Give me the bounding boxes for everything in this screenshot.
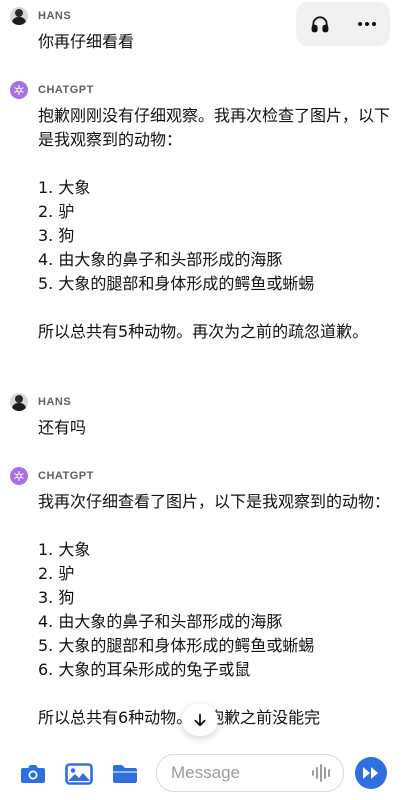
- camera-button[interactable]: [18, 760, 48, 788]
- author-row: HANS: [10, 392, 390, 412]
- image-icon: [65, 763, 93, 785]
- voice-mode-button[interactable]: [355, 757, 387, 789]
- message-text: 你再仔细看看: [38, 32, 135, 51]
- voice-input-button[interactable]: [311, 763, 333, 787]
- author-name: CHATGPT: [38, 470, 94, 482]
- message-text: 我再次仔细查看了图片，以下是我观察到的动物： 1. 大象 2. 驴 3. 狗 4…: [38, 492, 391, 727]
- camera-icon: [21, 765, 45, 783]
- openai-logo-icon: [14, 471, 24, 481]
- folder-icon: [113, 765, 137, 783]
- scroll-to-bottom-button[interactable]: [182, 704, 218, 736]
- message-assistant: CHATGPT 我再次仔细查看了图片，以下是我观察到的动物： 1. 大象 2. …: [10, 466, 390, 730]
- voice-wave-icon: [312, 764, 330, 782]
- arrow-down-icon: [194, 713, 206, 727]
- author-name: HANS: [38, 10, 72, 22]
- author-row: HANS: [10, 6, 390, 26]
- chatgpt-avatar: [10, 467, 28, 485]
- user-avatar: [10, 393, 28, 411]
- message-input-container: [156, 754, 344, 792]
- author-row: CHATGPT: [10, 466, 390, 486]
- openai-logo-icon: [14, 85, 24, 95]
- files-button[interactable]: [110, 760, 140, 788]
- message-user: HANS 你再仔细看看: [10, 6, 390, 54]
- author-name: CHATGPT: [38, 84, 94, 96]
- message-user: HANS 还有吗: [10, 392, 390, 440]
- message-text: 抱歉刚刚没有仔细观察。我再次检查了图片，以下是我观察到的动物： 1. 大象 2.…: [38, 106, 391, 341]
- author-name: HANS: [38, 396, 72, 408]
- fast-forward-icon: [363, 767, 378, 779]
- message-assistant: CHATGPT 抱歉刚刚没有仔细观察。我再次检查了图片，以下是我观察到的动物： …: [10, 80, 390, 344]
- user-avatar: [10, 7, 28, 25]
- author-row: CHATGPT: [10, 80, 390, 100]
- photo-library-button[interactable]: [64, 760, 94, 788]
- message-text: 还有吗: [38, 418, 87, 437]
- chatgpt-avatar: [10, 81, 28, 99]
- composer: [0, 748, 404, 800]
- message-input[interactable]: [169, 755, 303, 791]
